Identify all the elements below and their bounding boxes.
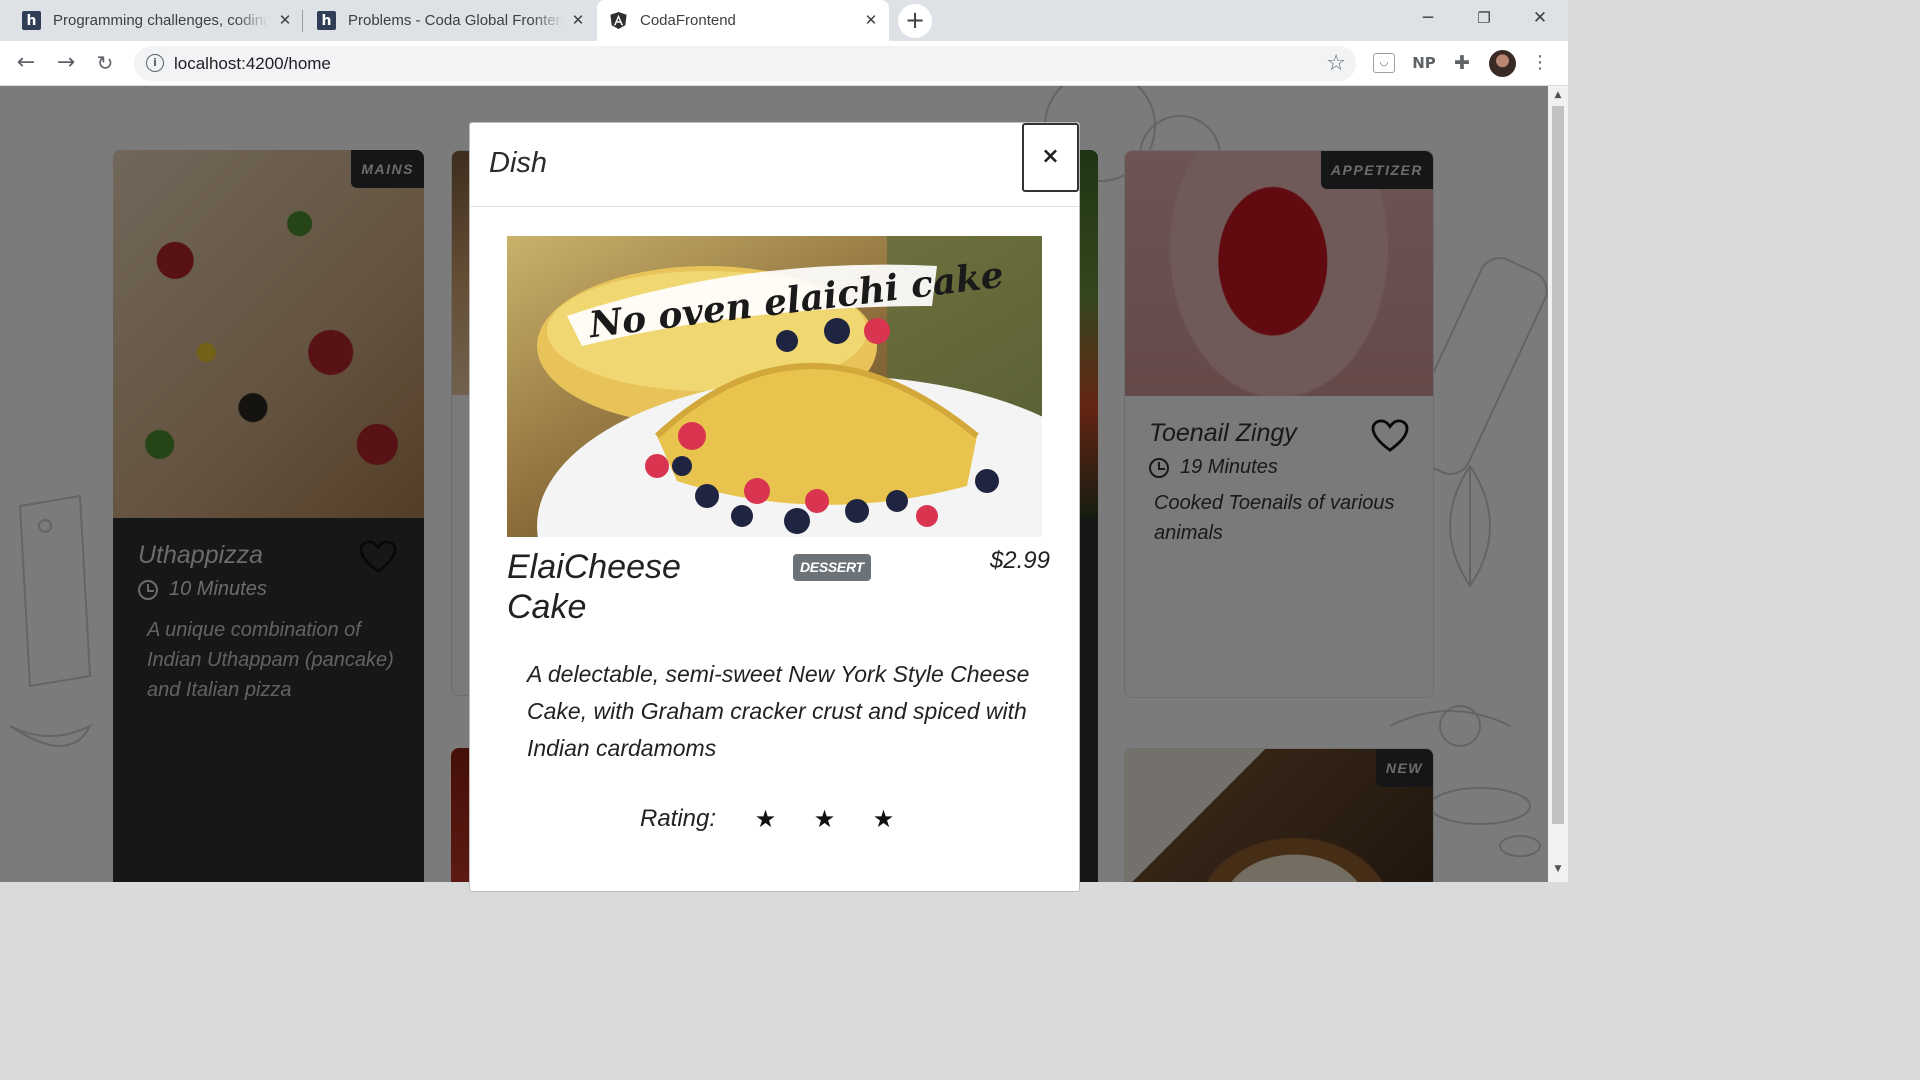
rating-star-icon: ★ <box>872 805 895 833</box>
tab-codafrontend[interactable]: CodaFrontend ✕ <box>597 0 889 41</box>
tab-strip: h Programming challenges, coding ✕ h Pro… <box>0 0 1568 41</box>
tab-programming-challenges[interactable]: h Programming challenges, coding ✕ <box>0 0 303 41</box>
forward-icon[interactable]: → <box>51 48 81 78</box>
np-extension-icon[interactable]: NP <box>1410 51 1438 75</box>
scroll-down-icon[interactable]: ▼ <box>1548 864 1568 874</box>
scroll-up-icon[interactable]: ▲ <box>1548 90 1568 100</box>
dish-image: No oven elaichi cake <box>507 236 1042 537</box>
modal-header: Dish × <box>470 123 1079 207</box>
hackerearth-icon: h <box>317 11 336 30</box>
dish-price: $2.99 <box>989 547 1050 574</box>
modal-close-button[interactable]: × <box>1022 123 1079 192</box>
tab-close-icon[interactable]: ✕ <box>568 10 588 30</box>
site-info-icon[interactable]: i <box>146 54 164 72</box>
category-badge: DESSERT <box>793 554 871 581</box>
dish-description: A delectable, semi-sweet New York Style … <box>527 661 1030 761</box>
url-text[interactable]: localhost:4200/home <box>174 54 331 74</box>
tab-close-icon[interactable]: ✕ <box>861 10 881 30</box>
pocket-extension-icon[interactable]: ◡ <box>1373 53 1395 73</box>
menu-kebab-icon[interactable]: ⋮ <box>1530 51 1550 75</box>
address-bar[interactable]: i localhost:4200/home ☆ <box>134 46 1356 81</box>
tab-title: CodaFrontend <box>640 12 736 29</box>
cake-photo: No oven elaichi cake <box>507 236 1042 537</box>
rating: Rating: ★ ★ ★ <box>640 805 913 833</box>
tab-close-icon[interactable]: ✕ <box>275 10 295 30</box>
minimize-icon[interactable]: ─ <box>1400 0 1456 36</box>
scrollbar-thumb[interactable] <box>1552 106 1564 824</box>
tab-title: Programming challenges, coding <box>53 12 268 29</box>
new-tab-button[interactable]: + <box>898 4 932 38</box>
rating-star-icon: ★ <box>754 805 777 833</box>
rating-stars: ★ ★ ★ <box>736 805 913 833</box>
restore-icon[interactable]: ❐ <box>1456 0 1512 36</box>
rating-label: Rating: <box>640 805 717 832</box>
hackerearth-icon: h <box>22 11 41 30</box>
browser-toolbar: ← → ↻ i localhost:4200/home ☆ ◡ NP ✚ ⋮ <box>0 41 1568 86</box>
tab-title: Problems - Coda Global Frontend <box>348 12 564 29</box>
page-scrollbar[interactable]: ▲ ▼ <box>1548 86 1568 882</box>
dish-title: ElaiCheese Cake <box>507 548 681 626</box>
extensions-puzzle-icon[interactable]: ✚ <box>1450 51 1474 75</box>
bookmark-star-icon[interactable]: ☆ <box>1326 51 1346 76</box>
modal-title: Dish <box>489 147 548 179</box>
tab-problems[interactable]: h Problems - Coda Global Frontend ✕ <box>303 0 596 41</box>
angular-icon <box>609 11 628 30</box>
dish-modal: Dish × No oven elaichi cake ElaiCheese C… <box>469 122 1080 892</box>
reload-icon[interactable]: ↻ <box>90 48 120 78</box>
profile-avatar[interactable] <box>1489 50 1516 77</box>
back-icon[interactable]: ← <box>11 48 41 78</box>
rating-star-icon: ★ <box>813 805 836 833</box>
window-close-icon[interactable]: ✕ <box>1512 0 1568 36</box>
